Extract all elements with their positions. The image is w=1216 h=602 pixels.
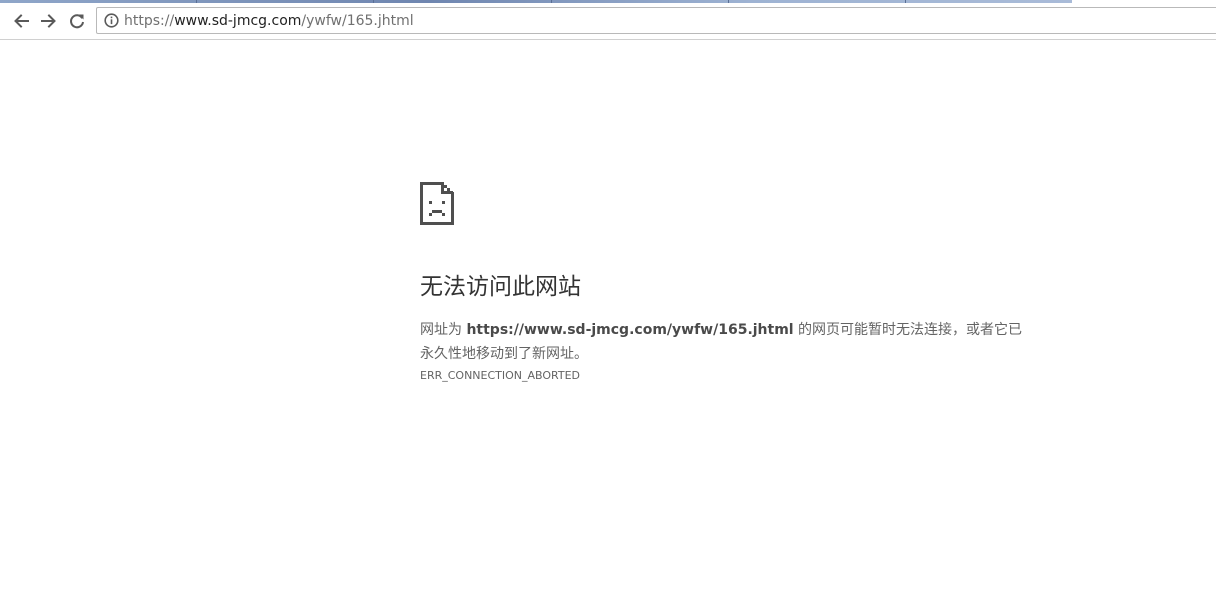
reload-icon [70,14,84,29]
url-host: www.sd-jmcg.com [174,13,302,29]
reload-button[interactable] [64,8,90,34]
tab-separator [196,0,197,3]
error-code: ERR_CONNECTION_ABORTED [420,369,581,382]
browser-toolbar: https://www.sd-jmcg.com/ywfw/165.jhtml [0,4,1216,40]
tab-separator [905,0,906,3]
forward-button[interactable] [36,8,62,34]
arrow-right-icon [41,14,56,28]
error-description-prefix: 网址为 [420,322,467,338]
tab-separator [373,0,374,3]
info-circle-icon[interactable] [104,13,119,28]
url-scheme: https:// [124,13,175,29]
tab-separator [551,0,552,3]
error-title: 无法访问此网站 [420,274,581,300]
error-description-url: https://www.sd-jmcg.com/ywfw/165.jhtml [466,322,794,338]
arrow-left-icon [14,14,29,28]
address-bar[interactable]: https://www.sd-jmcg.com/ywfw/165.jhtml [96,7,1216,34]
url-path: /ywfw/165.jhtml [301,13,414,29]
error-description: 网址为 https://www.sd-jmcg.com/ywfw/165.jht… [420,318,1030,366]
sad-page-icon [420,182,454,225]
tab-separator [728,0,729,3]
tab-strip-background [0,0,1072,3]
address-bar-url[interactable]: https://www.sd-jmcg.com/ywfw/165.jhtml [124,12,414,30]
back-button[interactable] [8,8,34,34]
